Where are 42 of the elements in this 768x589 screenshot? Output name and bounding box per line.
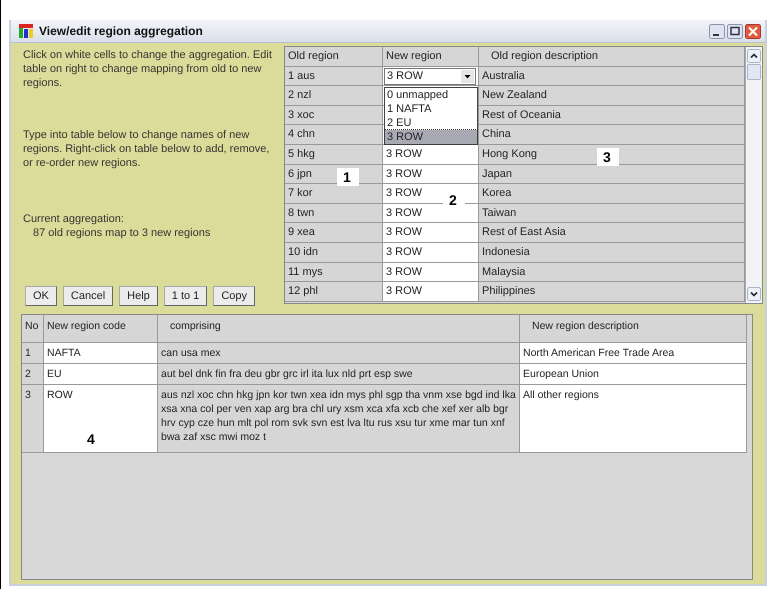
callout-overlay: 1: [337, 168, 359, 186]
column-header: Old region description: [479, 47, 745, 67]
column-header: New region: [383, 47, 479, 67]
table-cell: 7 kor: [285, 184, 383, 204]
table-cell: 2: [22, 364, 44, 385]
aggregation-summary: 87 old regions map to 3 new regions: [32, 226, 212, 240]
table-cell: 5 hkg: [285, 144, 383, 165]
aggregation-label: Current aggregation:: [23, 212, 125, 226]
table-cell: Rest of Oceania: [479, 106, 745, 126]
table-cell: Korea: [479, 184, 745, 204]
window-title: View/edit region aggregation: [39, 24, 203, 38]
column-header: No: [22, 315, 44, 343]
table-cell: Japan: [479, 164, 745, 184]
table-cell: Taiwan: [479, 204, 745, 224]
table-cell: aut bel dnk fin fra deu gbr grc irl ita lux nld prt esp swe: [158, 364, 520, 385]
table-cell: Rest of East Asia: [479, 223, 745, 243]
table-cell: can usa mex: [158, 343, 520, 364]
instruction-text: Click on white cells to change the aggregation. Edit table on right to change mapping from old to new regions.: [23, 48, 273, 90]
table-cell: 3: [22, 385, 44, 453]
table-cell: 9 xea: [285, 223, 383, 243]
callout-overlay: 3: [597, 148, 619, 166]
table-cell: China: [479, 125, 745, 145]
table-cell: 4 chn: [285, 125, 383, 145]
table-cell: 1: [22, 343, 44, 364]
table-cell: 3 xoc: [285, 106, 383, 126]
column-header: comprising: [158, 315, 520, 343]
table-cell: Australia: [479, 66, 745, 86]
table-cell: Philippines: [479, 282, 745, 302]
column-header: New region description: [520, 315, 747, 343]
table-cell: 1 aus: [285, 66, 383, 86]
table-cell: aus nzl xoc chn hkg jpn kor twn xea idn mys phl sgp tha vnm xse bgd ind lka xsa xna col per ven xap arg bra chl ury xsm xca xfa xcb che xef xer alb bgr hrv cyp cze hun mlt pol rom svk svn est lva ltu rus xsu tur xme mar tun xnf bwa zaf xsc mwi moz t: [158, 385, 520, 453]
table-cell: 11 mys: [285, 262, 383, 282]
column-header: New region code: [44, 315, 158, 343]
table-cell: 12 phl: [285, 282, 383, 302]
table-cell: 10 idn: [285, 242, 383, 263]
table-cell: Indonesia: [479, 242, 745, 263]
table-cell: Malaysia: [479, 262, 745, 282]
table-cell: New Zealand: [479, 86, 745, 106]
instruction-text: Type into table below to change names of new regions. Right-click on table below to add, remove, or re-order new regions.: [23, 128, 270, 170]
table-cell: 2 nzl: [285, 86, 383, 106]
column-header: Old region: [285, 47, 383, 67]
table-cell: 8 twn: [285, 204, 383, 224]
